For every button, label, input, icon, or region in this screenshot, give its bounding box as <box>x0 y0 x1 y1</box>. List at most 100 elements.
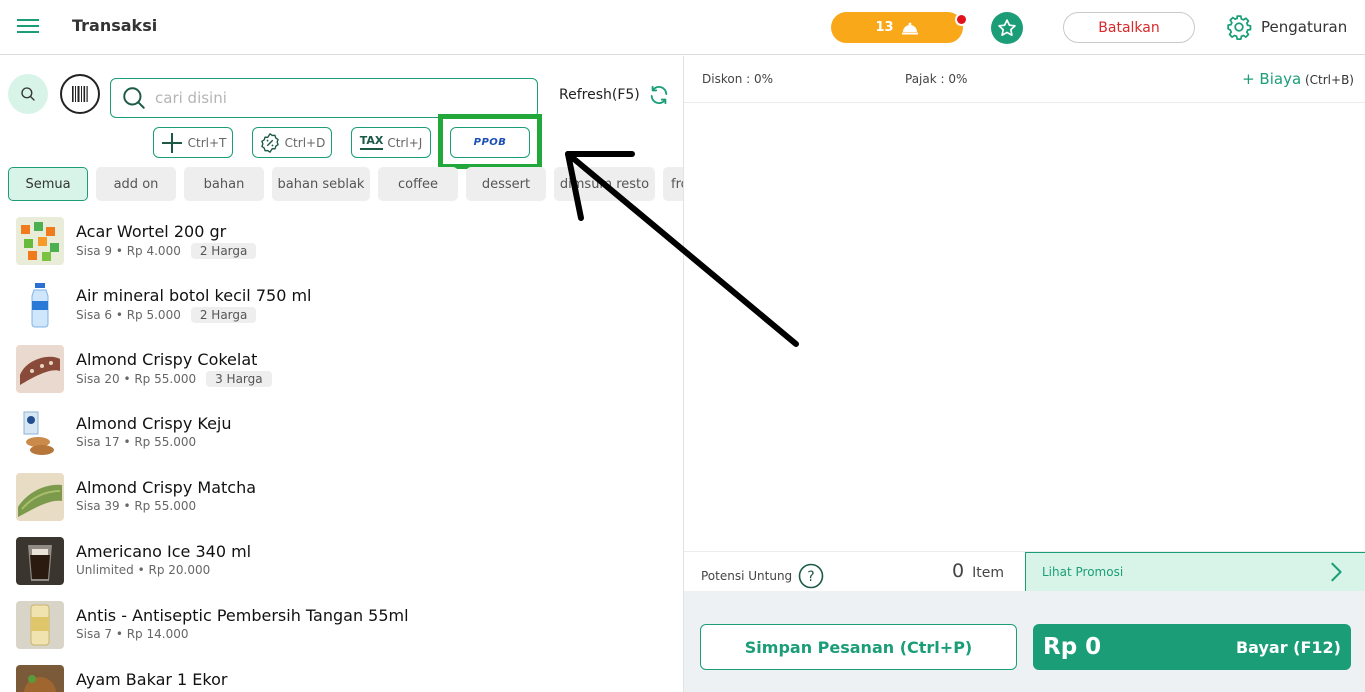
category-tab[interactable]: dessert <box>466 167 546 201</box>
top-bar: Transaksi 13 Batalkan Pengaturan <box>0 0 1365 55</box>
product-panel: Refresh(F5) Ctrl+T Ctrl+D TAX Ctrl+J PPO… <box>0 56 683 692</box>
category-tab[interactable]: bahan <box>184 167 264 201</box>
product-image <box>16 409 64 457</box>
hamburger-menu-icon[interactable] <box>17 17 39 35</box>
product-name: Americano Ice 340 ml <box>76 542 252 561</box>
chevron-right-icon <box>1331 562 1342 582</box>
cart-footer: Simpan Pesanan (Ctrl+P) Rp 0 Bayar (F12) <box>684 591 1365 692</box>
product-stock-price: Sisa 7 • Rp 14.000 <box>76 627 189 641</box>
item-count-value: 0 <box>952 560 965 582</box>
product-image <box>16 345 64 393</box>
price-variant-badge: 2 Harga <box>190 307 257 323</box>
product-stock-price: Sisa 39 • Rp 55.000 <box>76 499 197 513</box>
product-item[interactable]: Americano Ice 340 ml Unlimited • Rp 20.0… <box>0 534 683 598</box>
shortcut-label: Ctrl+J <box>387 135 423 150</box>
discount-button[interactable]: Ctrl+D <box>252 127 332 158</box>
pay-button[interactable]: Rp 0 Bayar (F12) <box>1033 624 1351 670</box>
barcode-icon <box>72 86 88 102</box>
product-meta-row: Sisa 39 • Rp 55.000 <box>76 499 196 513</box>
product-item[interactable]: Acar Wortel 200 gr Sisa 9 • Rp 4.000 2 H… <box>0 214 683 278</box>
tax-info[interactable]: Pajak : 0% <box>905 72 967 86</box>
product-name: Almond Crispy Matcha <box>76 478 257 497</box>
settings-label: Pengaturan <box>1261 18 1348 36</box>
refresh-button[interactable]: Refresh(F5) <box>559 84 670 106</box>
product-meta-row: Sisa 20 • Rp 55.000 3 Harga <box>76 371 272 387</box>
category-tab[interactable]: bahan seblak <box>272 167 370 201</box>
help-icon[interactable]: ? <box>798 563 824 589</box>
product-name: Acar Wortel 200 gr <box>76 222 227 241</box>
food-cloche-icon <box>901 22 918 34</box>
pending-orders-button[interactable]: 13 <box>831 12 963 43</box>
product-name: Ayam Bakar 1 Ekor <box>76 670 228 689</box>
gear-icon <box>1227 15 1252 40</box>
product-name: Air mineral botol kecil 750 ml <box>76 286 312 305</box>
price-variant-badge: 3 Harga <box>206 371 272 387</box>
category-tab[interactable]: fro <box>663 167 683 201</box>
settings-button[interactable]: Pengaturan <box>1226 14 1347 40</box>
product-item[interactable]: Almond Crispy Keju Sisa 17 • Rp 55.000 <box>0 406 683 470</box>
add-fee-label: + Biaya <box>1242 70 1302 88</box>
refresh-icon <box>650 85 668 105</box>
product-stock-price: Sisa 17 • Rp 55.000 <box>76 435 197 449</box>
notification-dot <box>955 13 968 26</box>
category-tab[interactable]: Semua <box>8 167 88 201</box>
product-item[interactable]: Air mineral botol kecil 750 ml Sisa 6 • … <box>0 278 683 342</box>
shortcut-label: Ctrl+T <box>187 135 227 150</box>
cart-summary: Potensi Untung ? 0 Item Lihat Promosi <box>684 551 1365 592</box>
plus-icon <box>161 132 182 153</box>
product-image <box>16 281 64 329</box>
product-image <box>16 217 64 265</box>
product-meta-row: Sisa 17 • Rp 55.000 <box>76 435 196 449</box>
product-stock-price: Sisa 20 • Rp 55.000 <box>76 372 197 386</box>
product-image <box>16 473 64 521</box>
product-stock-price: Sisa 6 • Rp 5.000 <box>76 308 181 322</box>
product-item[interactable]: Ayam Bakar 1 Ekor <box>0 662 683 692</box>
category-tabs: Semua add on bahan bahan seblak coffee d… <box>8 167 683 201</box>
add-custom-item-button[interactable]: Ctrl+T <box>153 127 233 158</box>
search-input[interactable] <box>155 89 515 107</box>
product-item[interactable]: Antis - Antiseptic Pembersih Tangan 55ml… <box>0 598 683 662</box>
product-item[interactable]: Almond Crispy Matcha Sisa 39 • Rp 55.000 <box>0 470 683 534</box>
cart-total: Rp 0 <box>1043 634 1102 660</box>
category-tab[interactable]: coffee <box>378 167 458 201</box>
discount-badge-icon <box>260 132 279 153</box>
product-stock-price: Unlimited • Rp 20.000 <box>76 563 211 577</box>
search-toggle-button[interactable] <box>8 74 48 114</box>
pay-label: Bayar (F12) <box>1235 637 1341 657</box>
product-meta-row: Sisa 7 • Rp 14.000 <box>76 627 188 641</box>
product-name: Antis - Antiseptic Pembersih Tangan 55ml <box>76 606 409 625</box>
price-variant-badge: 2 Harga <box>190 243 257 259</box>
product-image <box>16 601 64 649</box>
svg-text:?: ? <box>807 569 814 585</box>
page-title: Transaksi <box>72 16 158 35</box>
item-count-label: Item <box>972 565 1004 581</box>
profit-potential-label: Potensi Untung <box>701 569 793 583</box>
cart-header: Diskon : 0% Pajak : 0% + Biaya (Ctrl+B) <box>684 56 1365 103</box>
barcode-scan-button[interactable] <box>60 74 100 114</box>
product-meta-row: Sisa 6 • Rp 5.000 2 Harga <box>76 307 257 323</box>
product-name: Almond Crispy Cokelat <box>76 350 258 369</box>
view-promotions-button[interactable]: Lihat Promosi <box>1025 552 1365 592</box>
search-box <box>110 78 538 118</box>
cancel-button[interactable]: Batalkan <box>1063 12 1195 43</box>
product-item[interactable]: Almond Crispy Cokelat Sisa 20 • Rp 55.00… <box>0 342 683 406</box>
search-icon <box>123 87 145 109</box>
product-meta-row: Unlimited • Rp 20.000 <box>76 563 210 577</box>
product-meta-row: Sisa 9 • Rp 4.000 2 Harga <box>76 243 257 259</box>
category-tab[interactable]: dimsum resto <box>554 167 655 201</box>
cart-panel: Diskon : 0% Pajak : 0% + Biaya (Ctrl+B) … <box>683 56 1365 692</box>
ppob-highlight-box <box>438 114 542 169</box>
promotions-label: Lihat Promosi <box>1042 565 1124 579</box>
product-stock-price: Sisa 9 • Rp 4.000 <box>76 244 181 258</box>
tax-button[interactable]: TAX Ctrl+J <box>351 127 431 158</box>
add-fee-shortcut: (Ctrl+B) <box>1304 73 1354 87</box>
favorite-star-button[interactable] <box>991 12 1023 44</box>
item-count: 0 Item <box>952 560 1004 582</box>
discount-info[interactable]: Diskon : 0% <box>702 72 773 86</box>
save-order-button[interactable]: Simpan Pesanan (Ctrl+P) <box>700 624 1017 670</box>
product-image <box>16 537 64 585</box>
add-fee-button[interactable]: + Biaya (Ctrl+B) <box>1242 70 1354 88</box>
search-icon <box>21 87 35 101</box>
product-name: Almond Crispy Keju <box>76 414 232 433</box>
category-tab[interactable]: add on <box>96 167 176 201</box>
